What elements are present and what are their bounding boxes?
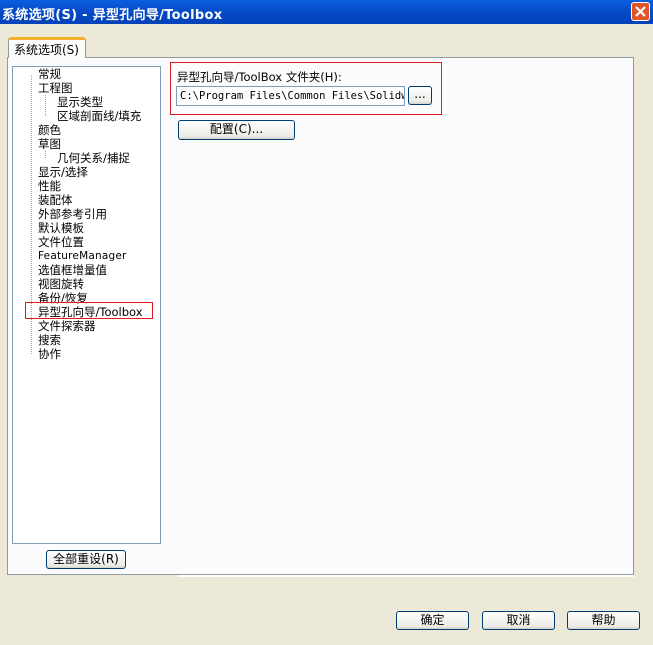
title-bar: 系统选项(S) - 异型孔向导/Toolbox	[0, 0, 653, 24]
tree-item[interactable]: 外部参考引用	[38, 208, 107, 221]
cancel-button[interactable]: 取消	[482, 611, 555, 630]
close-icon	[635, 6, 646, 17]
help-label: 帮助	[591, 613, 616, 627]
configure-label: 配置(C)...	[209, 122, 264, 136]
reset-all-button[interactable]: 全部重设(R)	[46, 550, 126, 569]
tree-item[interactable]: FeatureManager	[38, 250, 127, 263]
reset-all-label: 全部重设(R)	[53, 552, 119, 566]
panel-bottom-edge	[178, 575, 634, 577]
tree-item[interactable]: 工程图	[38, 82, 73, 95]
tree-item[interactable]: 显示类型	[57, 96, 103, 109]
tab-label: 系统选项(S)	[14, 43, 79, 57]
close-button[interactable]	[631, 2, 650, 21]
tree-item[interactable]: 草图	[38, 138, 61, 151]
tree-item[interactable]: 搜索	[38, 334, 61, 347]
toolbox-folder-path-input[interactable]: C:\Program Files\Common Files\Solidworks…	[176, 86, 405, 106]
tree-item[interactable]: 默认模板	[38, 222, 84, 235]
tab-system-options[interactable]: 系统选项(S)	[8, 37, 86, 58]
ok-button[interactable]: 确定	[396, 611, 469, 630]
tree-item[interactable]: 性能	[38, 180, 61, 193]
tree-item[interactable]: 选值框增量值	[38, 264, 107, 277]
tree-item[interactable]: 区域剖面线/填充	[57, 110, 141, 123]
browse-button[interactable]: ...	[408, 86, 432, 105]
configure-button[interactable]: 配置(C)...	[178, 120, 295, 140]
tree-item[interactable]: 文件探索器	[38, 320, 96, 333]
help-button[interactable]: 帮助	[567, 611, 640, 630]
ok-label: 确定	[420, 613, 445, 627]
tree-item[interactable]: 几何关系/捕捉	[57, 152, 130, 165]
window-title: 系统选项(S) - 异型孔向导/Toolbox	[2, 8, 223, 23]
selected-item-highlight	[25, 302, 153, 319]
cancel-label: 取消	[506, 613, 531, 627]
toolbox-folder-label: 异型孔向导/ToolBox 文件夹(H):	[177, 70, 342, 84]
tree-item[interactable]: 装配体	[38, 194, 73, 207]
tree-item[interactable]: 视图旋转	[38, 278, 84, 291]
tree-item[interactable]: 常规	[38, 68, 61, 81]
tree-item[interactable]: 颜色	[38, 124, 61, 137]
browse-label: ...	[414, 87, 426, 101]
tree-item[interactable]: 显示/选择	[38, 166, 88, 179]
tree-item[interactable]: 文件位置	[38, 236, 84, 249]
tree-item[interactable]: 协作	[38, 348, 61, 361]
